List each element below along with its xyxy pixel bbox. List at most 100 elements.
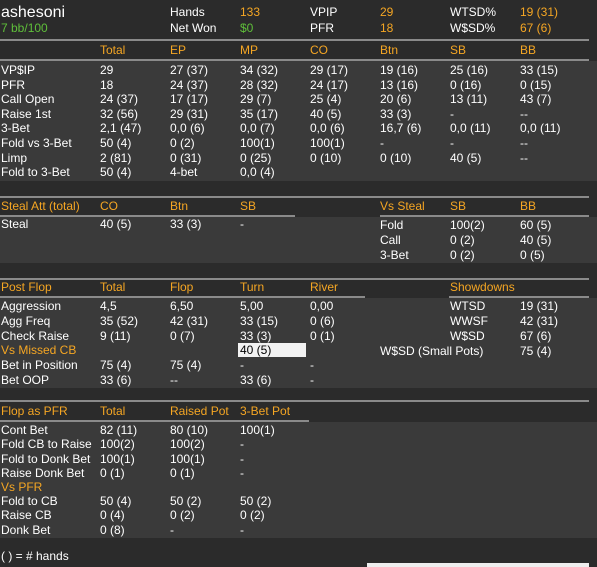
pfr-row-label: Cont Bet — [1, 423, 48, 437]
postflop-col-header: Flop — [170, 280, 194, 294]
pfr-row-label: Raise Donk Bet — [1, 465, 85, 480]
vs-steal-cell: 100(2) — [450, 218, 485, 232]
preflop-cell: 33 (3) — [380, 106, 412, 121]
preflop-cell: 2,1 (47) — [100, 121, 142, 136]
vs-missed-cb-turn: 40 (5) — [238, 343, 306, 357]
pfr-value: 18 — [380, 21, 394, 35]
preflop-col-header: MP — [240, 43, 258, 57]
pfr-cell: 100(1) — [170, 451, 205, 466]
hands-value: 133 — [240, 5, 261, 19]
postflop-cell: -- — [170, 373, 178, 387]
postflop-cell: 0,00 — [310, 299, 334, 313]
netwon-value: $0 — [240, 21, 254, 35]
vs-steal-cell: 60 (5) — [520, 218, 552, 232]
pfr-label: PFR — [310, 21, 334, 35]
postflop-cell: 4,5 — [100, 299, 117, 313]
preflop-cell: 40 (5) — [450, 150, 482, 165]
preflop-cell: 100(1) — [240, 136, 275, 150]
preflop-col-header: Btn — [380, 43, 399, 57]
vs-pfr-cell: 50 (4) — [100, 494, 132, 508]
postflop-cell: - — [240, 358, 244, 372]
preflop-cell: 0 (10) — [380, 150, 412, 165]
winrate: 7 bb/100 — [1, 21, 48, 35]
preflop-col-header: Total — [100, 43, 126, 57]
vs-pfr-cell: - — [170, 522, 174, 537]
postflop-cell: 42 (31) — [170, 314, 209, 328]
postflop-cell: 33 (6) — [100, 373, 132, 387]
preflop-row-label: 3-Bet — [1, 121, 30, 136]
preflop-cell: 18 — [100, 77, 114, 92]
wtsd-value: 19 (31) — [520, 5, 559, 19]
pfr-row-label: Fold to Donk Bet — [1, 451, 91, 466]
preflop-cell: 100(1) — [310, 136, 345, 150]
postflop-cell: 6,50 — [170, 299, 194, 313]
preflop-row-label: Limp — [1, 150, 28, 165]
vpip-label: VPIP — [310, 5, 338, 19]
preflop-row-label: VP$IP — [1, 63, 36, 77]
preflop-cell: 50 (4) — [100, 165, 132, 180]
pfr-title: Flop as PFR — [1, 404, 68, 418]
postflop-row-label: Agg Freq — [1, 314, 51, 328]
steal-row-label: Steal — [1, 217, 29, 231]
preflop-cell: 24 (17) — [310, 77, 349, 92]
preflop-cell: 4-bet — [170, 165, 198, 180]
preflop-cell: 0,0 (11) — [450, 121, 491, 136]
netwon-label: Net Won — [170, 21, 217, 35]
preflop-row-label: Call Open — [1, 92, 55, 107]
preflop-cell: 29 (7) — [240, 92, 272, 107]
steal-cell: - — [240, 217, 244, 231]
vs-pfr-cell: 0 (2) — [170, 508, 195, 523]
postflop-cell: 0 (7) — [170, 329, 195, 343]
preflop-cell: 25 (16) — [450, 63, 489, 77]
postflop-cell: 5,00 — [240, 299, 264, 313]
preflop-row-label: Fold to 3-Bet — [1, 165, 70, 180]
vs-steal-cell: 0 (2) — [450, 248, 475, 262]
showdowns-row-label: W$SD (Small Pots) — [380, 344, 484, 358]
preflop-cell: - — [450, 106, 454, 121]
steal-title: Steal Att (total) — [1, 199, 80, 213]
postflop-row-label: Bet OOP — [1, 373, 50, 387]
steal-col-header: CO — [100, 199, 118, 213]
showdowns-title: Showdowns — [450, 280, 515, 294]
preflop-cell: 0 (2) — [170, 136, 195, 150]
vs-steal-cell: 0 (5) — [520, 248, 545, 262]
preflop-cell: 17 (17) — [170, 92, 209, 107]
postflop-cell: 33 (6) — [240, 373, 272, 387]
vs-steal-row-label: Fold — [380, 218, 404, 232]
vs-steal-cell: 0 (2) — [450, 233, 475, 247]
preflop-cell: 0,0 (11) — [520, 121, 561, 136]
preflop-cell: 24 (37) — [100, 92, 139, 107]
preflop-cell: - — [380, 136, 384, 150]
steal-cell: 33 (3) — [170, 217, 202, 231]
footer-note: ( ) = # hands — [1, 549, 69, 563]
steal-col-header: Btn — [170, 199, 189, 213]
player-name: ashesoni — [1, 4, 66, 21]
preflop-cell: 27 (37) — [170, 63, 209, 77]
hands-label: Hands — [170, 5, 205, 19]
preflop-cell: 34 (32) — [240, 63, 279, 77]
postflop-col-header: River — [310, 280, 339, 294]
postflop-cell: 75 (4) — [100, 358, 132, 372]
showdowns-row-label: WWSF — [450, 314, 488, 328]
vs-steal-row-label: 3-Bet — [380, 248, 409, 262]
preflop-cell: 20 (6) — [380, 92, 412, 107]
showdowns-cell: 19 (31) — [520, 299, 559, 313]
preflop-col-header: SB — [450, 43, 467, 57]
vs-steal-col-header: BB — [520, 199, 537, 213]
postflop-col-header: Turn — [240, 280, 265, 294]
bottom-edge — [367, 563, 589, 567]
vs-pfr-row-label: Raise CB — [1, 508, 52, 523]
preflop-cell: 0,0 (6) — [170, 121, 205, 136]
showdowns-cell: 75 (4) — [520, 344, 552, 358]
preflop-cell: 0 (10) — [310, 150, 342, 165]
pfr-cell: 80 (10) — [170, 423, 209, 437]
pfr-cell: - — [240, 451, 244, 466]
preflop-cell: -- — [520, 106, 528, 121]
preflop-cell: 0 (16) — [450, 77, 482, 92]
preflop-row-label: PFR — [1, 77, 25, 92]
preflop-row-label: Raise 1st — [1, 106, 52, 121]
vs-pfr-cell: 50 (2) — [240, 494, 272, 508]
showdowns-row-label: W$SD — [450, 329, 485, 343]
pfr-cell: 0 (1) — [170, 465, 195, 480]
pfr-cell: 0 (1) — [100, 465, 125, 480]
